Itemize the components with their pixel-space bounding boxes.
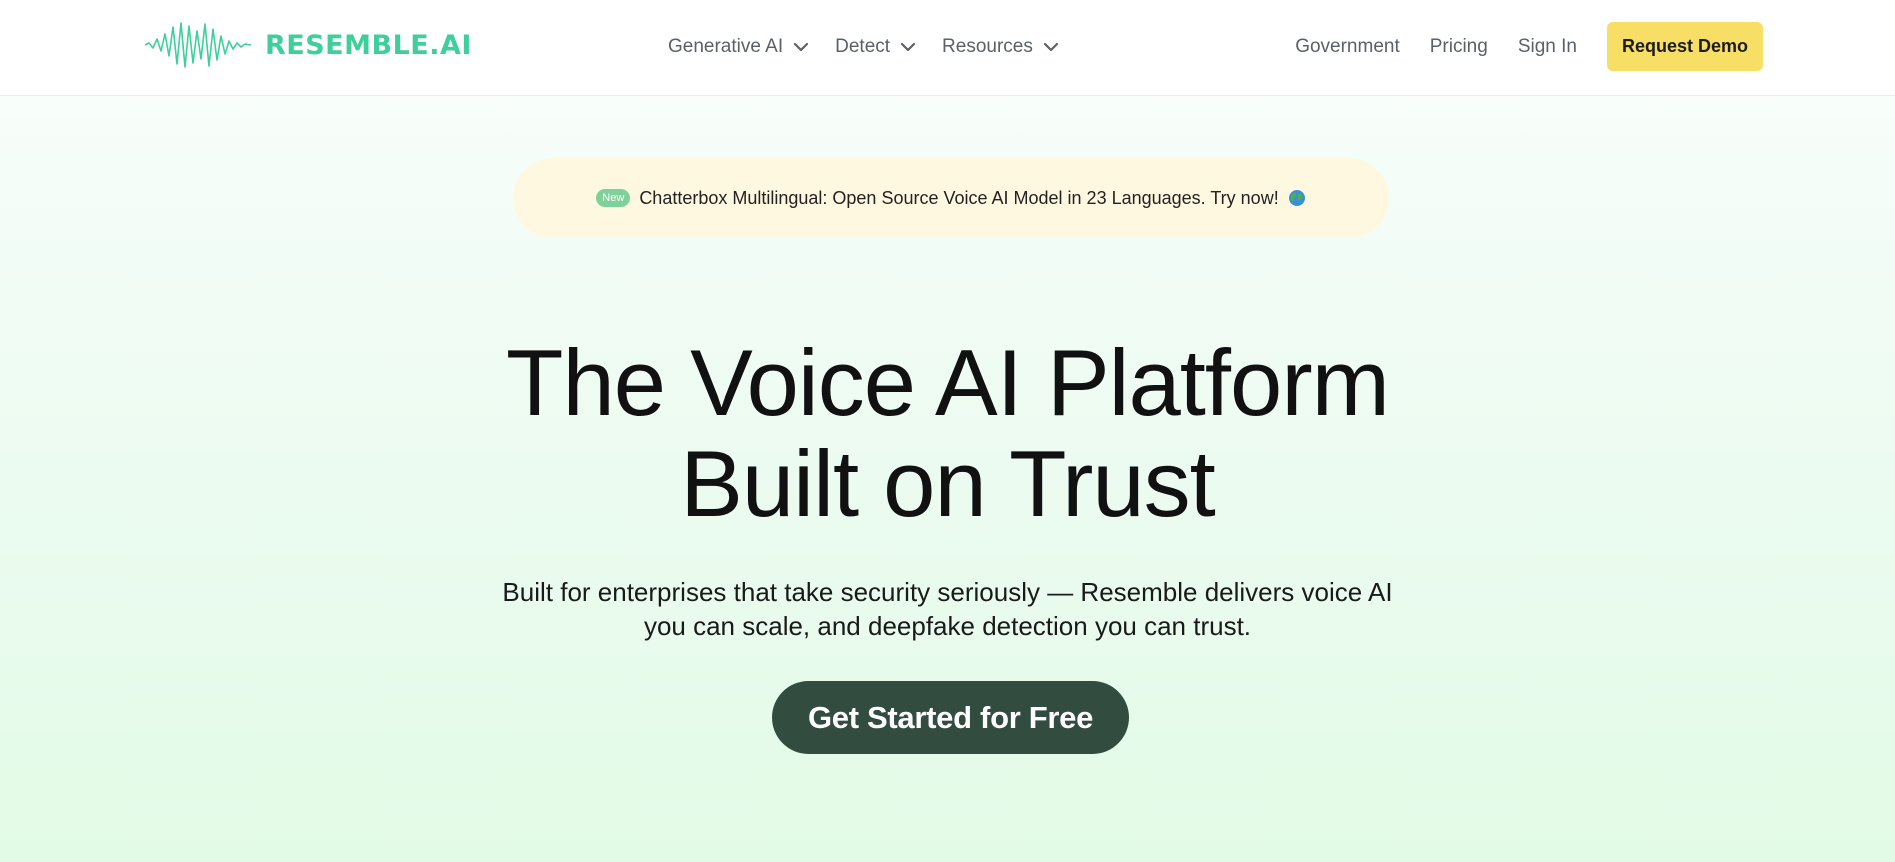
nav-pricing-link[interactable]: Pricing: [1430, 36, 1488, 58]
announcement-text: Chatterbox Multilingual: Open Source Voi…: [639, 187, 1279, 208]
hero-subtitle-line-2: you can scale, and deepfake detection yo…: [643, 611, 1252, 641]
get-started-button[interactable]: Get Started for Free: [772, 681, 1129, 754]
hero-subtitle-line-1: Built for enterprises that take security…: [502, 577, 1393, 607]
nav-government-link[interactable]: Government: [1295, 36, 1400, 58]
nav-detect[interactable]: Detect: [835, 36, 916, 58]
chevron-down-icon: [1043, 42, 1058, 52]
announcement-banner[interactable]: New Chatterbox Multilingual: Open Source…: [513, 158, 1389, 238]
hero-title-line-1: The Voice AI Platform: [506, 330, 1390, 435]
site-header: RESEMBLE.AI Generative AI Detect Resourc…: [0, 0, 1895, 96]
chevron-down-icon: [794, 42, 809, 52]
hero-subtitle: Built for enterprises that take security…: [0, 575, 1895, 643]
hero-title: The Voice AI Platform Built on Trust: [0, 332, 1895, 534]
nav-detect-label: Detect: [835, 36, 891, 57]
globe-icon: [1288, 190, 1305, 206]
nav-resources[interactable]: Resources: [942, 36, 1059, 58]
hero-title-line-2: Built on Trust: [680, 431, 1216, 536]
chevron-down-icon: [900, 42, 916, 52]
sign-in-link[interactable]: Sign In: [1518, 36, 1577, 58]
resemble-logo[interactable]: RESEMBLE.AI: [145, 20, 472, 70]
brand-name: RESEMBLE.AI: [265, 29, 472, 61]
nav-generative-ai[interactable]: Generative AI: [668, 36, 809, 58]
header-actions: Government Pricing Sign In Request Demo: [1295, 22, 1763, 71]
request-demo-button[interactable]: Request Demo: [1606, 22, 1763, 71]
nav-resources-label: Resources: [942, 36, 1033, 57]
main-nav: Generative AI Detect Resources: [668, 30, 1059, 64]
nav-generative-ai-label: Generative AI: [668, 36, 784, 57]
waveform-logo-icon: [145, 22, 251, 68]
new-badge: New: [596, 189, 631, 207]
